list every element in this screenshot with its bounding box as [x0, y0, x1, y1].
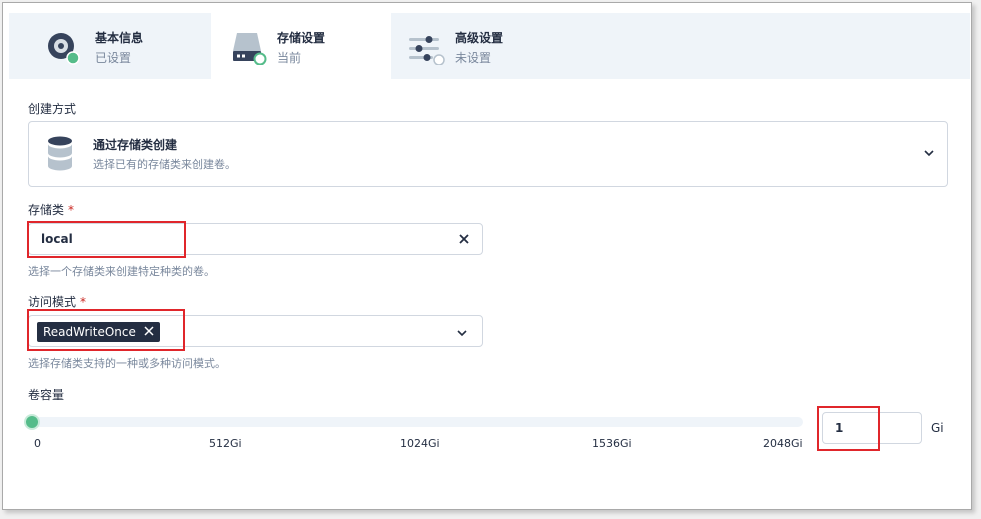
capacity-input[interactable]: 1	[822, 412, 922, 444]
capacity-unit: Gi	[931, 421, 944, 435]
steps-bar: 基本信息 已设置 存储设置 当前 高级设置 未设置	[9, 13, 970, 79]
sliders-icon	[409, 29, 445, 66]
capacity-label: 卷容量	[28, 388, 65, 402]
step-storage-settings[interactable]: 存储设置 当前	[211, 13, 391, 79]
access-mode-label: 访问模式 *	[28, 295, 87, 309]
step-status: 未设置	[455, 51, 492, 65]
storage-class-select[interactable]: local	[28, 223, 483, 255]
step-advanced-settings[interactable]: 高级设置 未设置	[389, 13, 569, 79]
chevron-down-icon[interactable]	[923, 147, 935, 162]
access-mode-tag: ReadWriteOnce	[37, 322, 160, 342]
slider-tick-label: 1024Gi	[400, 437, 440, 450]
step-title: 基本信息	[95, 31, 144, 45]
storage-drive-icon	[231, 29, 267, 66]
access-mode-select[interactable]: ReadWriteOnce	[28, 315, 483, 347]
dialog-frame: 基本信息 已设置 存储设置 当前 高级设置 未设置 创建方式 通过存储类创建 选…	[2, 2, 972, 510]
info-disc-icon	[45, 29, 81, 65]
step-title: 存储设置	[277, 31, 326, 45]
storage-class-label: 存储类 *	[28, 203, 75, 217]
creation-method-label: 创建方式	[28, 102, 77, 116]
access-mode-description: 选择存储类支持的一种或多种访问模式。	[28, 357, 226, 370]
database-icon	[47, 136, 73, 175]
capacity-slider-handle[interactable]	[24, 414, 40, 430]
creation-method-description: 选择已有的存储类来创建卷。	[93, 158, 236, 171]
step-status: 已设置	[95, 51, 132, 65]
capacity-slider-track[interactable]	[28, 417, 803, 427]
clear-icon[interactable]	[458, 233, 470, 248]
step-title: 高级设置	[455, 31, 504, 45]
storage-class-value: local	[41, 232, 73, 246]
slider-tick-label: 512Gi	[209, 437, 242, 450]
access-mode-tag-label: ReadWriteOnce	[43, 325, 136, 339]
step-status: 当前	[277, 51, 302, 65]
required-mark: *	[68, 203, 75, 217]
storage-class-description: 选择一个存储类来创建特定种类的卷。	[28, 265, 215, 278]
creation-method-title: 通过存储类创建	[93, 138, 178, 152]
slider-tick-label: 2048Gi	[763, 437, 803, 450]
step-basic-info[interactable]: 基本信息 已设置	[9, 13, 189, 79]
remove-tag-icon[interactable]	[144, 322, 154, 342]
creation-method-select[interactable]: 通过存储类创建 选择已有的存储类来创建卷。	[28, 121, 948, 187]
chevron-down-icon[interactable]	[456, 327, 468, 342]
slider-tick-label: 1536Gi	[592, 437, 632, 450]
required-mark: *	[80, 295, 87, 309]
slider-tick-label: 0	[34, 437, 41, 450]
